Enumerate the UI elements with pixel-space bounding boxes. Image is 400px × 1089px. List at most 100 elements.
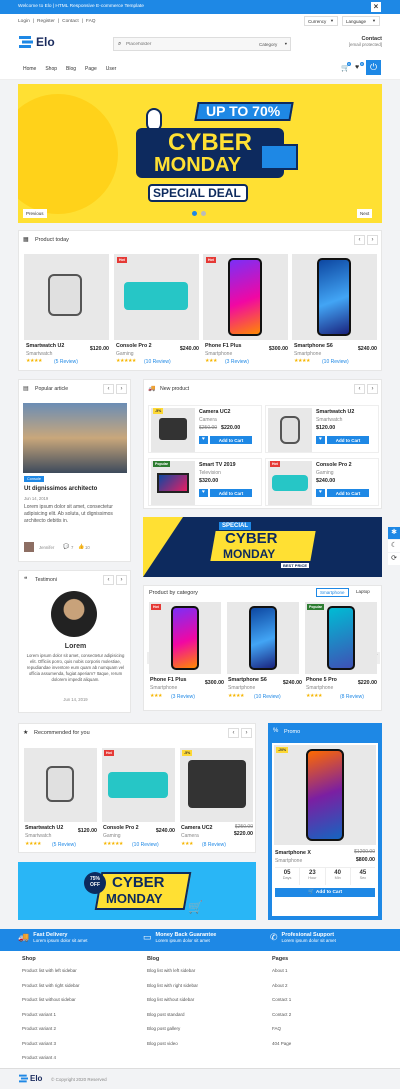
- review-count[interactable]: (10 Review): [132, 842, 159, 848]
- new-product-card[interactable]: Hot Console Pro 2 Gaming $240.00 ♥ Add t…: [265, 458, 379, 506]
- footer-link[interactable]: About 2: [272, 983, 291, 998]
- footer-link[interactable]: Product variant 1: [22, 1012, 80, 1027]
- category-select[interactable]: Category: [259, 42, 277, 47]
- dark-mode-toggle[interactable]: ☾: [388, 540, 400, 552]
- footer-link[interactable]: Product list with left sidebar: [22, 968, 80, 983]
- product-card[interactable]: Hot Phone F1 Plus Smartphone $300.00 ★★★…: [149, 602, 224, 708]
- prev-arrow-button[interactable]: ‹: [103, 384, 114, 394]
- wishlist-button[interactable]: ♥: [316, 489, 325, 497]
- product-name[interactable]: Smartphone S6: [228, 677, 267, 683]
- wishlist-button[interactable]: ♥: [199, 489, 208, 497]
- contact-link[interactable]: Contact: [62, 19, 79, 24]
- next-arrow-button[interactable]: ›: [367, 384, 378, 394]
- tab-smartphone[interactable]: Smartphone: [316, 588, 349, 597]
- nav-shop[interactable]: Shop: [45, 66, 57, 72]
- footer-link[interactable]: Product list without sidebar: [22, 997, 80, 1012]
- product-name[interactable]: Phone F1 Plus: [205, 343, 242, 349]
- footer-link[interactable]: Blog list with left sidebar: [147, 968, 198, 983]
- product-card[interactable]: Smartwatch U2 Smartwatch $120.00 ★★★★ (5…: [24, 748, 97, 852]
- article-image[interactable]: [23, 403, 127, 473]
- footer-link[interactable]: Contact 1: [272, 997, 291, 1012]
- footer-link[interactable]: About 1: [272, 968, 291, 983]
- prev-arrow-button[interactable]: ‹: [354, 384, 365, 394]
- add-to-cart-button[interactable]: Add to Cart: [327, 489, 369, 497]
- product-card[interactable]: Smartwatch U2 Smartwatch $120.00 ★★★★ (5…: [24, 254, 109, 368]
- wishlist-button[interactable]: ♥ 0: [355, 62, 364, 71]
- promo-card[interactable]: -20% Smartphone X Smartphone $1200.00 $8…: [272, 743, 378, 916]
- faq-link[interactable]: FAQ: [86, 19, 96, 24]
- next-arrow-button[interactable]: ›: [241, 728, 252, 738]
- article-headline[interactable]: Ut dignissimos architecto: [24, 486, 97, 492]
- register-link[interactable]: Register: [37, 19, 55, 24]
- product-card[interactable]: Smartphone S6 Smartphone $240.00 ★★★★ (1…: [227, 602, 302, 708]
- hero-next-button[interactable]: Next: [357, 209, 373, 218]
- currency-select[interactable]: Currency ▼: [304, 16, 338, 26]
- settings-widget[interactable]: ✱: [388, 527, 400, 539]
- prev-arrow-button[interactable]: ‹: [228, 728, 239, 738]
- footer-link[interactable]: Blog post standard: [147, 1012, 198, 1027]
- new-product-card[interactable]: -5% Camera UC2 Camera $250.00 $220.00 ♥ …: [148, 405, 262, 453]
- review-count[interactable]: (10 Review): [144, 359, 171, 365]
- product-name[interactable]: Phone 5 Pro: [306, 677, 337, 683]
- new-product-card[interactable]: Popular Smart TV 2019 Television $320.00…: [148, 458, 262, 506]
- language-select[interactable]: Language ▼: [342, 16, 380, 26]
- product-name[interactable]: Smartwatch U2: [25, 825, 63, 831]
- footer-link[interactable]: Blog list without sidebar: [147, 997, 198, 1012]
- search-bar[interactable]: ⌕ Category ▼: [113, 37, 291, 51]
- next-arrow-button[interactable]: ›: [116, 575, 127, 585]
- search-input[interactable]: [126, 40, 236, 49]
- review-count[interactable]: (10 Review): [254, 694, 281, 700]
- footer-link[interactable]: FAQ: [272, 1026, 291, 1041]
- nav-user[interactable]: User: [106, 66, 117, 72]
- product-name[interactable]: Smartphone X: [275, 850, 311, 856]
- contact-email[interactable]: [email protected]: [349, 42, 382, 47]
- tab-laptop[interactable]: Laptop: [356, 589, 370, 594]
- product-name[interactable]: Smartwatch U2: [316, 409, 354, 415]
- footer-link[interactable]: Blog post gallery: [147, 1026, 198, 1041]
- cyber-monday-banner[interactable]: SPECIAL CYBER MONDAY BEST PRICE: [143, 517, 382, 577]
- close-button[interactable]: ×: [371, 2, 381, 12]
- slider-dot-active[interactable]: [192, 211, 197, 216]
- slider-dot[interactable]: [201, 211, 206, 216]
- nav-home[interactable]: Home: [23, 66, 36, 72]
- footer-link[interactable]: Contact 2: [272, 1012, 291, 1027]
- footer-link[interactable]: Blog post video: [147, 1041, 198, 1056]
- refresh-widget[interactable]: ⟳: [388, 553, 400, 565]
- hero-prev-button[interactable]: Previous: [23, 209, 47, 218]
- review-count[interactable]: (8 Review): [202, 842, 226, 848]
- footer-link[interactable]: Product variant 3: [22, 1041, 80, 1056]
- review-count[interactable]: (10 Review): [322, 359, 349, 365]
- user-power-button[interactable]: ⏻: [366, 60, 381, 75]
- footer-link[interactable]: Product list with right sidebar: [22, 983, 80, 998]
- product-name[interactable]: Console Pro 2: [116, 343, 152, 349]
- nav-page[interactable]: Page: [85, 66, 97, 72]
- add-to-cart-button[interactable]: Add to Cart: [210, 489, 252, 497]
- footer-link[interactable]: Blog list with right sidebar: [147, 983, 198, 998]
- footer-link[interactable]: Product variant 2: [22, 1026, 80, 1041]
- nav-blog[interactable]: Blog: [66, 66, 76, 72]
- wishlist-button[interactable]: ♥: [199, 436, 208, 444]
- review-count[interactable]: (5 Review): [54, 359, 78, 365]
- product-name[interactable]: Smartphone S6: [294, 343, 333, 349]
- article-tag[interactable]: Console: [24, 476, 44, 482]
- product-name[interactable]: Smartwatch U2: [26, 343, 64, 349]
- wishlist-button[interactable]: ♥: [316, 436, 325, 444]
- product-card[interactable]: Hot Console Pro 2 Gaming $240.00 ★★★★★ (…: [114, 254, 199, 368]
- footer-logo[interactable]: Elo: [19, 1074, 42, 1083]
- product-name[interactable]: Console Pro 2: [316, 462, 352, 468]
- add-to-cart-button[interactable]: 🛒 Add to Cart: [275, 888, 375, 897]
- prev-arrow-button[interactable]: ‹: [354, 235, 365, 245]
- product-name[interactable]: Camera UC2: [181, 825, 213, 831]
- product-card[interactable]: Hot Phone F1 Plus Smartphone $300.00 ★★★…: [203, 254, 288, 368]
- logo[interactable]: Elo: [19, 35, 55, 49]
- review-count[interactable]: (8 Review): [340, 694, 364, 700]
- cart-button[interactable]: 🛒 0: [341, 62, 351, 72]
- product-card[interactable]: Smartphone S6 Smartphone $240.00 ★★★★ (1…: [292, 254, 377, 368]
- next-arrow-button[interactable]: ›: [367, 235, 378, 245]
- prev-arrow-button[interactable]: ‹: [103, 575, 114, 585]
- login-link[interactable]: Login: [18, 19, 30, 24]
- new-product-card[interactable]: Smartwatch U2 Smartwatch $120.00 ♥ Add t…: [265, 405, 379, 453]
- add-to-cart-button[interactable]: Add to Cart: [327, 436, 369, 444]
- author-name[interactable]: Jennifer: [39, 545, 54, 550]
- product-card[interactable]: Hot Console Pro 2 Gaming $240.00 ★★★★★ (…: [102, 748, 175, 852]
